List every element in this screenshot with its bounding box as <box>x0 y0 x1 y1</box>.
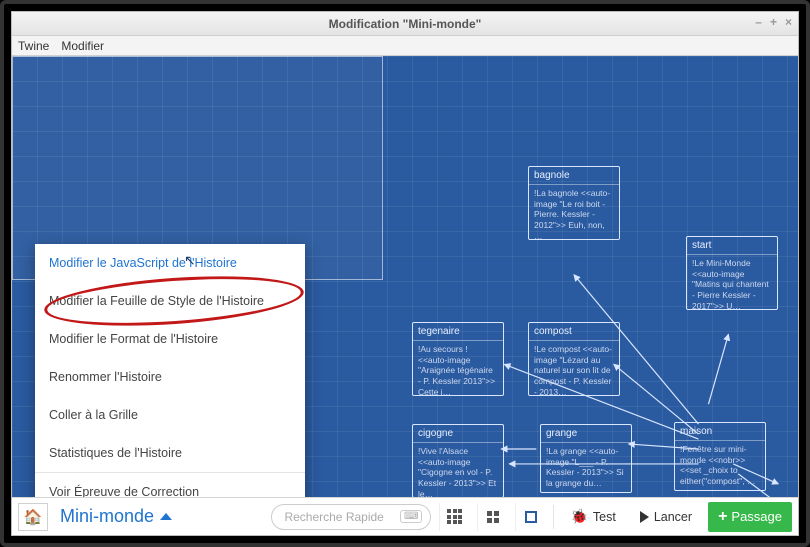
add-label: Passage <box>731 509 782 524</box>
node-title: tegenaire <box>413 323 503 341</box>
menu-twine[interactable]: Twine <box>18 39 49 53</box>
window-controls: – + × <box>755 15 792 29</box>
node-grange[interactable]: grange !La grange <<auto-image "L___ - P… <box>540 424 632 493</box>
home-button[interactable]: 🏠 <box>18 503 48 531</box>
minimize-button[interactable]: – <box>755 15 762 29</box>
grid-large-icon <box>487 511 499 523</box>
node-title: start <box>687 237 777 255</box>
play-button[interactable]: Lancer <box>632 503 700 531</box>
node-body: !Le Mini-Monde <<auto-image "Matins qui … <box>687 255 777 309</box>
maximize-button[interactable]: + <box>770 15 777 29</box>
toolbar-separator <box>553 505 554 529</box>
add-passage-button[interactable]: + Passage <box>708 502 792 532</box>
node-title: compost <box>529 323 619 341</box>
menu-edit-css[interactable]: Modifier la Feuille de Style de l'Histoi… <box>35 282 305 320</box>
menu-rename-story[interactable]: Renommer l'Histoire <box>35 358 305 396</box>
zoom-medium-button[interactable] <box>477 503 507 531</box>
node-body: !La bagnole <<auto-image "Le roi boit - … <box>529 185 619 239</box>
node-body: !Vive l'Alsace <<auto-image "Cigogne en … <box>413 443 503 497</box>
search-placeholder: Recherche Rapide <box>284 510 383 524</box>
node-body: !Le compost <<auto-image "Lézard au natu… <box>529 341 619 395</box>
node-bagnole[interactable]: bagnole !La bagnole <<auto-image "Le roi… <box>528 166 620 240</box>
zoom-small-button[interactable] <box>439 503 469 531</box>
story-menu-button[interactable]: Mini-monde <box>56 506 176 527</box>
window-title: Modification "Mini-monde" <box>329 17 482 31</box>
node-title: maison <box>675 423 765 441</box>
story-menu-popup: Modifier le JavaScript de l'Histoire Mod… <box>35 244 305 497</box>
chevron-up-icon <box>160 513 172 520</box>
node-start[interactable]: start !Le Mini-Monde <<auto-image "Matin… <box>686 236 778 310</box>
grid-small-icon <box>447 509 462 524</box>
node-body: !Fenêtre sur mini-monde <<nobr>> <<set _… <box>675 441 765 490</box>
node-body: !La grange <<auto-image "L___ - P. Kessl… <box>541 443 631 492</box>
story-canvas[interactable]: bagnole !La bagnole <<auto-image "Le roi… <box>12 56 798 497</box>
menubar: Twine Modifier <box>12 36 798 56</box>
outer-frame: Modification "Mini-monde" – + × Twine Mo… <box>0 0 810 547</box>
play-label: Lancer <box>654 510 692 524</box>
menu-modifier[interactable]: Modifier <box>61 39 104 53</box>
node-maison[interactable]: maison !Fenêtre sur mini-monde <<nobr>> … <box>674 422 766 491</box>
node-tegenaire[interactable]: tegenaire !Au secours ! <<auto-image "Ar… <box>412 322 504 396</box>
home-icon: 🏠 <box>24 508 43 526</box>
plus-icon: + <box>718 509 727 525</box>
square-icon <box>525 511 537 523</box>
bottom-toolbar: 🏠 Mini-monde Recherche Rapide ⌨ 🐞 Test L <box>12 497 798 535</box>
play-icon <box>640 511 649 523</box>
menu-proof[interactable]: Voir Épreuve de Correction <box>35 473 305 497</box>
node-title: grange <box>541 425 631 443</box>
node-compost[interactable]: compost !Le compost <<auto-image "Lézard… <box>528 322 620 396</box>
zoom-large-button[interactable] <box>515 503 545 531</box>
app-window: Modification "Mini-monde" – + × Twine Mo… <box>11 11 799 536</box>
menu-edit-js[interactable]: Modifier le JavaScript de l'Histoire <box>35 244 305 282</box>
menu-edit-format[interactable]: Modifier le Format de l'Histoire <box>35 320 305 358</box>
node-body: !Au secours ! <<auto-image "Araignée tég… <box>413 341 503 395</box>
bug-icon: 🐞 <box>570 508 587 525</box>
test-button[interactable]: 🐞 Test <box>562 503 623 531</box>
keyboard-icon: ⌨ <box>400 510 422 523</box>
node-cigogne[interactable]: cigogne !Vive l'Alsace <<auto-image "Cig… <box>412 424 504 497</box>
test-label: Test <box>593 510 616 524</box>
menu-snap-grid[interactable]: Coller à la Grille <box>35 396 305 434</box>
close-button[interactable]: × <box>785 15 792 29</box>
titlebar: Modification "Mini-monde" – + × <box>12 12 798 36</box>
node-title: cigogne <box>413 425 503 443</box>
quick-search-input[interactable]: Recherche Rapide ⌨ <box>271 504 431 530</box>
node-title: bagnole <box>529 167 619 185</box>
story-name: Mini-monde <box>60 506 154 527</box>
menu-stats[interactable]: Statistiques de l'Histoire <box>35 434 305 472</box>
